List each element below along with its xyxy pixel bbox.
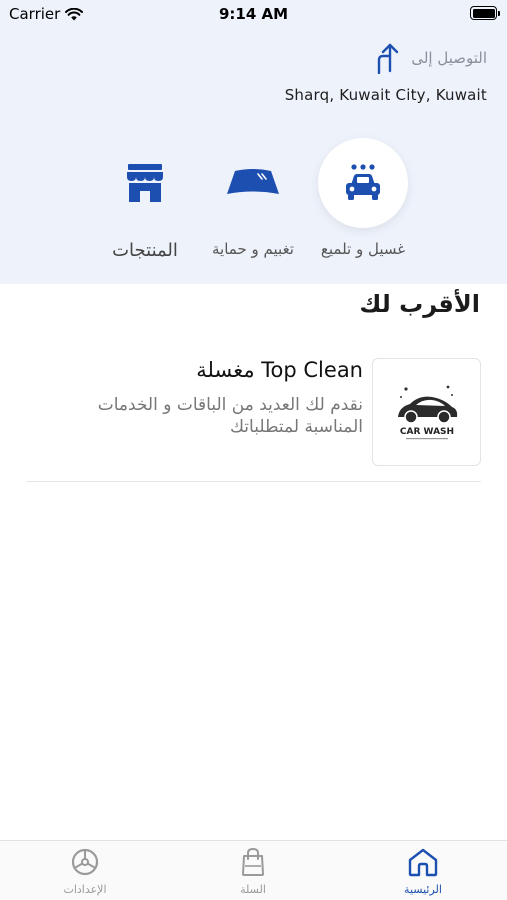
shopping-bag-icon [242, 847, 264, 876]
car-wash-icon [346, 164, 380, 200]
category-products-circle [100, 138, 190, 228]
store-card-top-clean[interactable]: CAR WASH مغسلة Top Clean نقدم لك العديد … [26, 356, 481, 482]
category-car-wash[interactable]: غسيل و تلميع [303, 138, 423, 258]
delivery-address[interactable]: Sharq, Kuwait City, Kuwait [285, 86, 487, 104]
tab-bar: الرئيسية السلة الإعدادات [0, 840, 507, 900]
status-bar: Carrier 9:14 AM [0, 0, 507, 28]
category-tint-protection[interactable]: تغبيم و حماية [193, 138, 313, 258]
tab-settings-label: الإعدادات [63, 883, 107, 896]
home-icon [408, 848, 438, 877]
nearest-section-title: الأقرب لك [359, 290, 480, 318]
delivery-selector[interactable]: التوصيل إلى [373, 42, 487, 74]
category-products[interactable]: المنتجات [85, 138, 205, 261]
store-icon [127, 164, 163, 202]
category-car-wash-circle [318, 138, 408, 228]
category-tint-circle [208, 138, 298, 228]
tab-cart-label: السلة [240, 883, 266, 896]
tab-home-label: الرئيسية [404, 883, 442, 896]
settings-wheel-icon [71, 848, 99, 876]
delivery-label: التوصيل إلى [411, 49, 487, 67]
store-logo: CAR WASH [372, 358, 481, 466]
store-logo-text: CAR WASH [399, 427, 453, 437]
store-description: نقدم لك العديد من الباقات و الخدمات المن… [97, 395, 363, 437]
tab-home[interactable]: الرئيسية [378, 847, 468, 896]
category-car-wash-label: غسيل و تلميع [320, 240, 406, 258]
category-tint-label: تغبيم و حماية [212, 240, 294, 258]
status-time: 9:14 AM [218, 5, 289, 23]
battery-icon [470, 6, 500, 20]
store-name: مغسلة Top Clean [196, 358, 363, 382]
tab-settings[interactable]: الإعدادات [40, 847, 130, 896]
windshield-icon [227, 169, 279, 194]
tab-cart[interactable]: السلة [208, 847, 298, 896]
location-arrow-icon [378, 43, 399, 74]
category-products-label: المنتجات [112, 240, 178, 261]
car-wash-logo-icon: CAR WASH [397, 385, 457, 440]
